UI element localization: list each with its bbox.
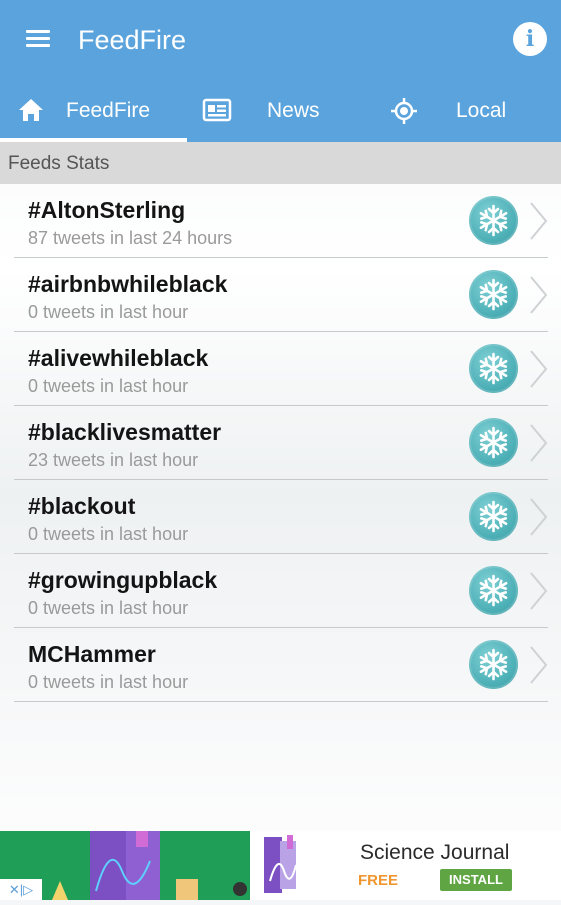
tab-label: Local (456, 99, 507, 122)
chevron-right-icon (530, 646, 548, 684)
feed-row[interactable]: #blacklivesmatter 23 tweets in last hour (14, 406, 548, 480)
feed-name: #blacklivesmatter (28, 419, 222, 445)
ad-price: FREE (358, 872, 399, 889)
feed-name: #alivewhileblack (28, 345, 209, 371)
feed-name: #blackout (28, 493, 136, 519)
snowflake-icon (469, 566, 518, 615)
app-bar: FeedFire i FeedFire News Local (0, 0, 561, 142)
ad-title: Science Journal (360, 841, 510, 864)
chevron-right-icon (530, 202, 548, 240)
feed-row[interactable]: #airbnbwhileblack 0 tweets in last hour (14, 258, 548, 332)
tab-label: FeedFire (66, 99, 151, 122)
location-target-icon (391, 98, 417, 124)
newspaper-icon (202, 98, 232, 122)
section-header: Feeds Stats (0, 142, 561, 184)
feed-stats: 0 tweets in last hour (28, 598, 189, 618)
feed-stats: 0 tweets in last hour (28, 302, 189, 322)
feed-name: #airbnbwhileblack (28, 271, 228, 297)
snowflake-icon (469, 492, 518, 541)
ad-banner[interactable]: ✕|▷ Science Journal FREE INSTALL (0, 831, 561, 900)
snowflake-icon (469, 418, 518, 467)
feed-name: #growingupblack (28, 567, 218, 593)
snowflake-icon (469, 196, 518, 245)
tab-feedfire[interactable]: FeedFire (0, 82, 187, 142)
menu-icon[interactable] (24, 26, 54, 56)
feed-list: #AltonSterling 87 tweets in last 24 hour… (14, 184, 548, 702)
chevron-right-icon (530, 276, 548, 314)
feed-row[interactable]: #AltonSterling 87 tweets in last 24 hour… (14, 184, 548, 258)
chevron-right-icon (530, 424, 548, 462)
feed-stats: 87 tweets in last 24 hours (28, 228, 233, 248)
section-header-label: Feeds Stats (8, 153, 110, 174)
feed-name: MCHammer (28, 641, 156, 667)
feed-row[interactable]: #growingupblack 0 tweets in last hour (14, 554, 548, 628)
snowflake-icon (469, 344, 518, 393)
feed-name: #AltonSterling (28, 197, 186, 223)
chevron-right-icon (530, 572, 548, 610)
toolbar: FeedFire i (0, 0, 561, 82)
ad-close-icon[interactable]: ✕|▷ (0, 879, 42, 900)
feed-stats: 23 tweets in last hour (28, 450, 199, 470)
feed-stats: 0 tweets in last hour (28, 376, 189, 396)
app-title: FeedFire (78, 25, 187, 55)
feed-stats: 0 tweets in last hour (28, 672, 189, 692)
feed-row[interactable]: #alivewhileblack 0 tweets in last hour (14, 332, 548, 406)
feed-row[interactable]: MCHammer 0 tweets in last hour (14, 628, 548, 702)
feed-row[interactable]: #blackout 0 tweets in last hour (14, 480, 548, 554)
home-icon (19, 99, 43, 121)
chevron-right-icon (530, 350, 548, 388)
tab-local[interactable]: Local (374, 82, 561, 142)
feed-stats: 0 tweets in last hour (28, 524, 189, 544)
tab-news[interactable]: News (187, 82, 374, 142)
tab-label: News (267, 99, 320, 122)
tab-bar: FeedFire News Local (0, 82, 561, 142)
info-icon[interactable]: i (513, 22, 547, 56)
snowflake-icon (469, 270, 518, 319)
chevron-right-icon (530, 498, 548, 536)
ad-app-logo (250, 831, 314, 900)
snowflake-icon (469, 640, 518, 689)
ad-install-button[interactable]: INSTALL (440, 869, 512, 891)
